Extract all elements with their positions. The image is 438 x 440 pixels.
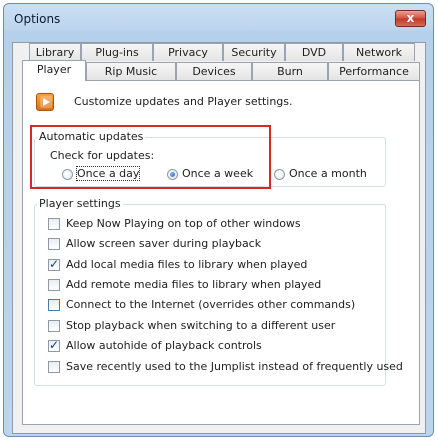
connect-internet-label[interactable]: Connect to the Internet (overrides other…	[66, 298, 355, 311]
add-remote-media-label[interactable]: Add remote media files to library when p…	[66, 278, 321, 291]
player-settings-group	[34, 204, 386, 386]
stop-playback-label[interactable]: Stop playback when switching to a differ…	[66, 319, 335, 332]
radio-once-a-month[interactable]	[274, 169, 285, 180]
checkbox-add-local-media[interactable]	[48, 257, 60, 271]
checkbox-allow-autohide[interactable]	[48, 338, 60, 352]
checkbox-save-jumplist[interactable]	[48, 361, 60, 373]
tab-security[interactable]: Security	[223, 43, 285, 61]
media-player-icon	[36, 93, 54, 111]
tab-dvd[interactable]: DVD	[285, 43, 343, 61]
tab-plug-ins[interactable]: Plug-ins	[81, 43, 153, 61]
tab-privacy[interactable]: Privacy	[153, 43, 223, 61]
allow-screen-saver-label[interactable]: Allow screen saver during playback	[66, 237, 261, 250]
save-jumplist-label[interactable]: Save recently used to the Jumplist inste…	[66, 360, 403, 373]
highlight-box	[30, 125, 271, 189]
title-bar[interactable]: Options x	[4, 4, 433, 34]
allow-autohide-label[interactable]: Allow autohide of playback controls	[66, 339, 262, 352]
tab-burn[interactable]: Burn	[252, 62, 328, 80]
checkbox-connect-internet[interactable]	[48, 299, 60, 311]
checkbox-add-remote-media[interactable]	[48, 279, 60, 291]
tab-player[interactable]: Player	[22, 60, 86, 81]
checkbox-allow-screen-saver[interactable]	[48, 238, 60, 250]
close-icon: x	[406, 11, 415, 25]
add-local-media-label[interactable]: Add local media files to library when pl…	[66, 258, 307, 271]
tab-rip-music[interactable]: Rip Music	[86, 62, 176, 80]
tab-performance[interactable]: Performance	[328, 62, 420, 80]
intro-text: Customize updates and Player settings.	[74, 95, 293, 108]
checkbox-keep-now-playing[interactable]	[48, 218, 60, 230]
tab-network[interactable]: Network	[343, 43, 415, 61]
once-a-month-label[interactable]: Once a month	[289, 167, 367, 180]
keep-now-playing-label[interactable]: Keep Now Playing on top of other windows	[66, 217, 301, 230]
close-button[interactable]: x	[395, 10, 426, 27]
checkbox-stop-playback[interactable]	[48, 320, 60, 332]
tab-devices[interactable]: Devices	[176, 62, 252, 80]
tab-library[interactable]: Library	[29, 43, 81, 61]
window-title: Options	[14, 12, 61, 26]
player-settings-legend: Player settings	[37, 197, 123, 210]
